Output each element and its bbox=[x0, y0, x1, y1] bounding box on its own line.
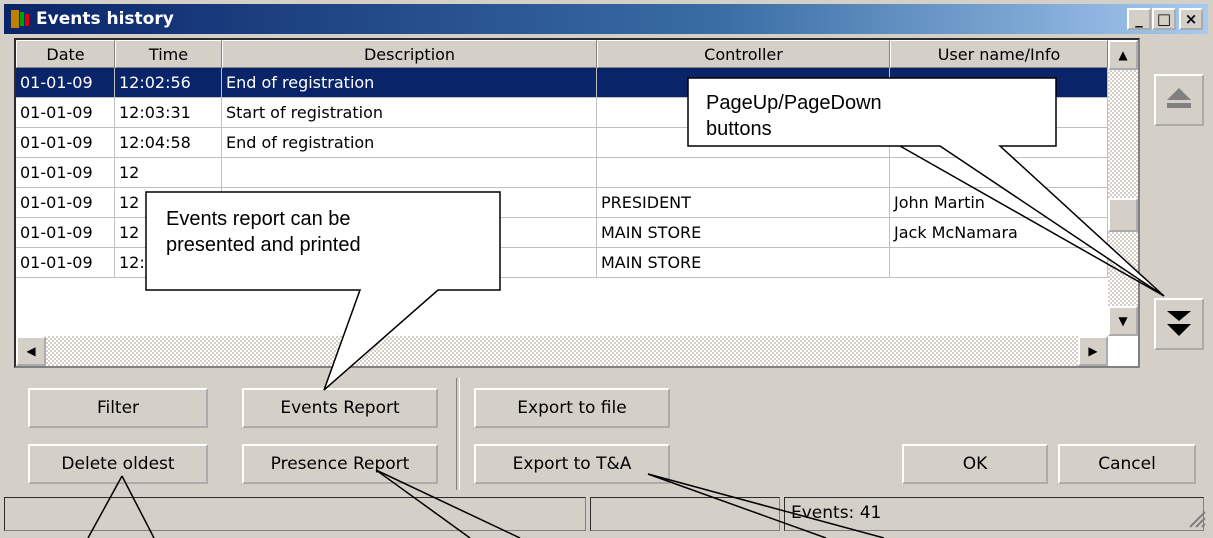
report-callout-line2: presented and printed bbox=[166, 234, 361, 256]
pageupdown-callout-line2: buttons bbox=[706, 118, 772, 140]
annotation-overlay bbox=[87, 77, 1165, 538]
pageupdown-callout-line1: PageUp/PageDown bbox=[706, 92, 882, 114]
report-callout-line1: Events report can be bbox=[166, 208, 351, 230]
